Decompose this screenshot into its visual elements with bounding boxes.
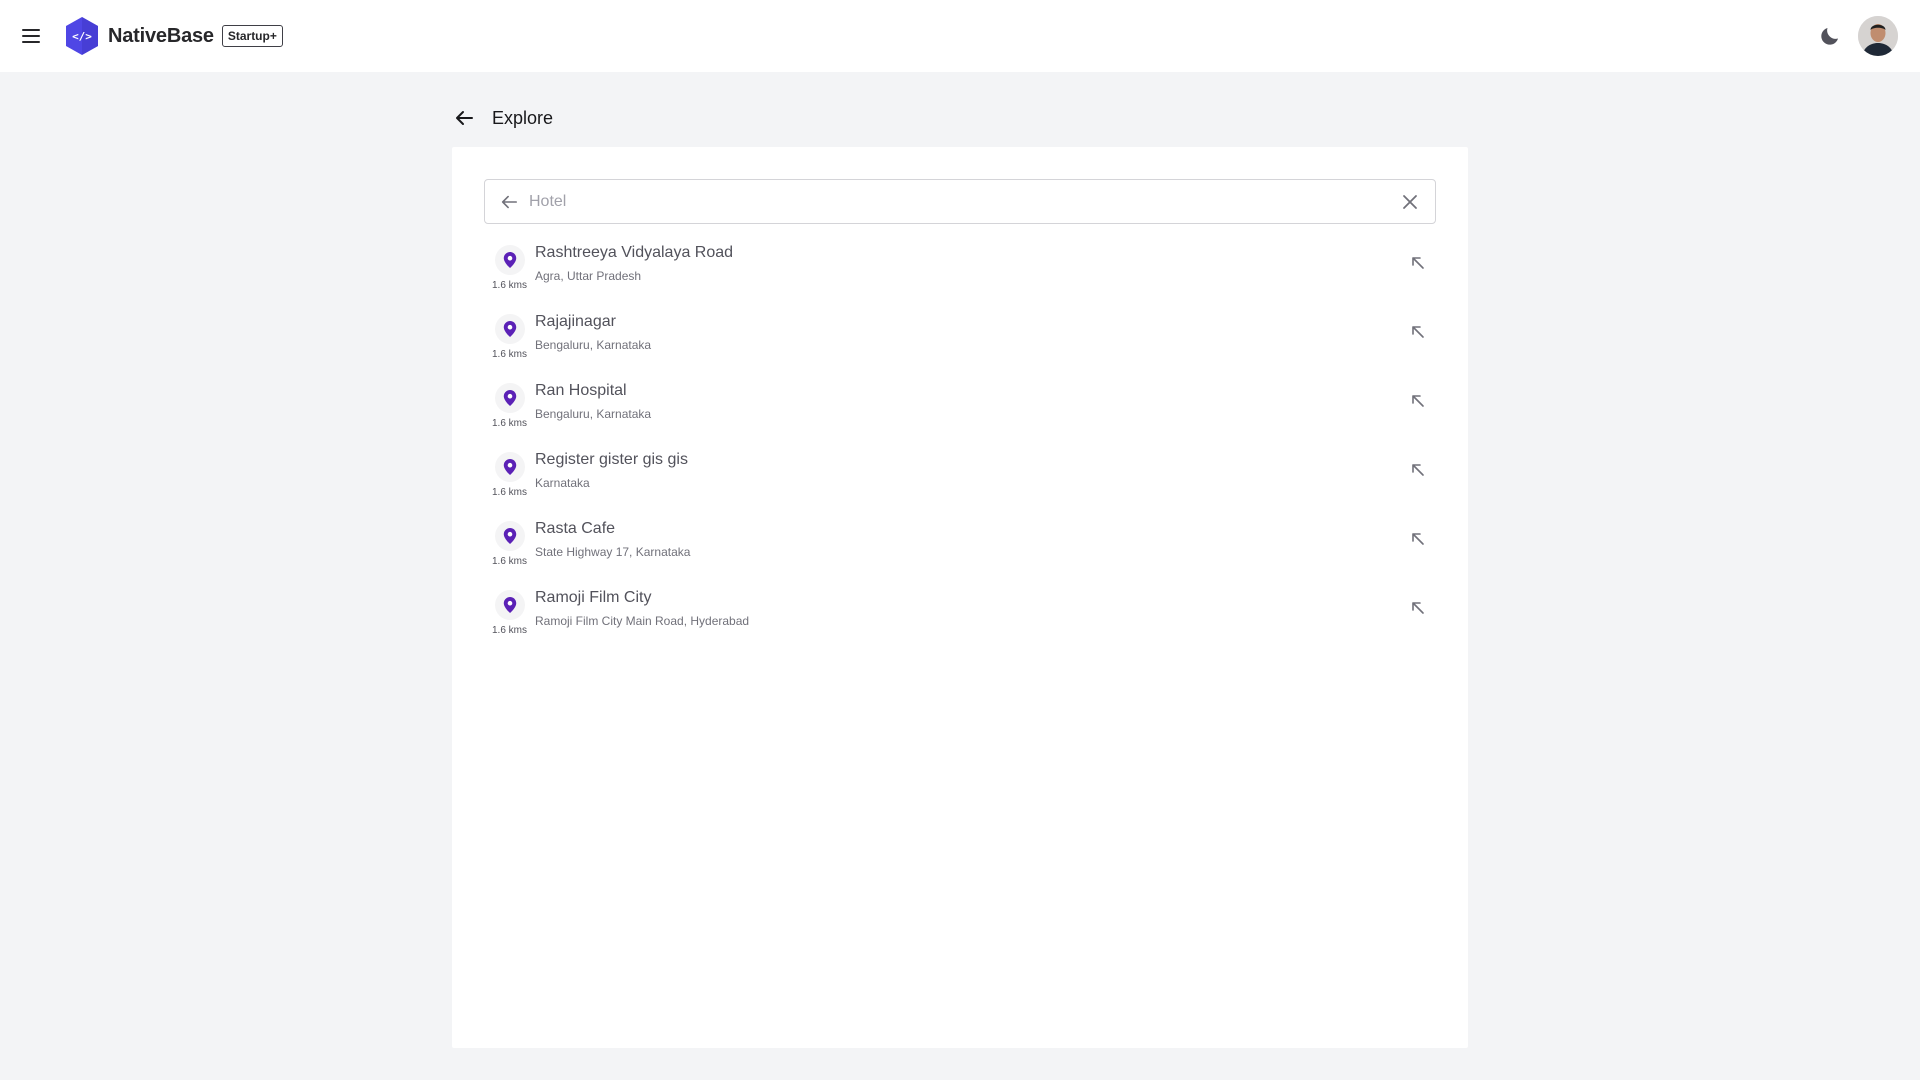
close-icon bbox=[1403, 194, 1417, 209]
list-item[interactable]: 1.6 kms Ran Hospital Bengaluru, Karnatak… bbox=[484, 377, 1436, 446]
result-text: Ran Hospital Bengaluru, Karnataka bbox=[535, 377, 1436, 446]
result-title: Rashtreeya Vidyalaya Road bbox=[535, 244, 734, 261]
result-left: 1.6 kms bbox=[484, 308, 535, 377]
moon-icon[interactable] bbox=[1818, 24, 1842, 48]
list-item[interactable]: 1.6 kms Register gister gis gis Karnatak… bbox=[484, 446, 1436, 515]
pin-circle bbox=[494, 314, 525, 344]
top-navbar: </> NativeBase Startup+ bbox=[0, 0, 1920, 72]
pin-circle bbox=[494, 590, 525, 620]
explore-card: 1.6 kms Rashtreeya Vidyalaya Road Agra, … bbox=[452, 147, 1468, 1048]
fill-query-button[interactable] bbox=[1408, 322, 1428, 342]
plan-badge: Startup+ bbox=[221, 25, 283, 47]
result-text: Ramoji Film City Ramoji Film City Main R… bbox=[535, 584, 1436, 653]
page-title: Explore bbox=[492, 107, 554, 128]
result-title: Register gister gis gis bbox=[535, 451, 688, 468]
list-item[interactable]: 1.6 kms Ramoji Film City Ramoji Film Cit… bbox=[484, 584, 1436, 653]
svg-text:</>: </> bbox=[72, 30, 92, 43]
distance-label: 1.6 kms bbox=[491, 349, 527, 360]
result-left: 1.6 kms bbox=[484, 239, 535, 308]
result-subtitle: State Highway 17, Karnataka bbox=[535, 545, 691, 559]
fill-query-button[interactable] bbox=[1408, 391, 1428, 411]
distance-label: 1.6 kms bbox=[491, 625, 527, 636]
list-item[interactable]: 1.6 kms Rasta Cafe State Highway 17, Kar… bbox=[484, 515, 1436, 584]
user-avatar-icon bbox=[1858, 16, 1898, 56]
result-title: Ramoji Film City bbox=[535, 589, 652, 606]
result-subtitle: Bengaluru, Karnataka bbox=[535, 407, 652, 421]
arrow-up-left-icon bbox=[1412, 395, 1424, 407]
location-pin-icon bbox=[503, 390, 516, 406]
arrow-up-left-icon bbox=[1412, 464, 1424, 476]
location-pin-icon bbox=[503, 528, 516, 544]
search-back-button[interactable] bbox=[499, 192, 519, 212]
result-title: Rajajinagar bbox=[535, 313, 616, 330]
list-item[interactable]: 1.6 kms Rajajinagar Bengaluru, Karnataka bbox=[484, 308, 1436, 377]
clear-search-button[interactable] bbox=[1399, 191, 1421, 213]
back-button[interactable] bbox=[452, 106, 476, 130]
pin-circle bbox=[494, 452, 525, 482]
arrow-up-left-icon bbox=[1412, 533, 1424, 545]
fill-query-button[interactable] bbox=[1408, 460, 1428, 480]
result-subtitle: Karnataka bbox=[535, 476, 590, 490]
fill-query-button[interactable] bbox=[1408, 253, 1428, 273]
arrow-up-left-icon bbox=[1412, 602, 1424, 614]
result-left: 1.6 kms bbox=[484, 377, 535, 446]
distance-label: 1.6 kms bbox=[491, 418, 527, 429]
arrow-left-icon bbox=[456, 111, 473, 125]
distance-label: 1.6 kms bbox=[491, 487, 527, 498]
pin-circle bbox=[494, 521, 525, 551]
result-subtitle: Bengaluru, Karnataka bbox=[535, 338, 652, 352]
result-text: Register gister gis gis Karnataka bbox=[535, 446, 1436, 515]
brand-name: NativeBase bbox=[108, 24, 214, 47]
location-pin-icon bbox=[503, 321, 516, 337]
result-title: Rasta Cafe bbox=[535, 520, 616, 537]
result-title: Ran Hospital bbox=[535, 382, 627, 399]
distance-label: 1.6 kms bbox=[491, 280, 527, 291]
arrow-left-icon bbox=[501, 195, 518, 208]
result-subtitle: Ramoji Film City Main Road, Hyderabad bbox=[535, 614, 750, 628]
result-left: 1.6 kms bbox=[484, 446, 535, 515]
result-subtitle: Agra, Uttar Pradesh bbox=[535, 269, 642, 283]
arrow-up-left-icon bbox=[1412, 257, 1424, 269]
pin-circle bbox=[494, 245, 525, 275]
location-pin-icon bbox=[503, 597, 516, 613]
pin-circle bbox=[494, 383, 525, 413]
result-text: Rashtreeya Vidyalaya Road Agra, Uttar Pr… bbox=[535, 239, 1436, 308]
result-left: 1.6 kms bbox=[484, 584, 535, 653]
nativebase-logo-icon: </> bbox=[66, 17, 98, 55]
result-text: Rajajinagar Bengaluru, Karnataka bbox=[535, 308, 1436, 377]
avatar[interactable] bbox=[1858, 16, 1898, 56]
distance-label: 1.6 kms bbox=[491, 556, 527, 567]
results-list: 1.6 kms Rashtreeya Vidyalaya Road Agra, … bbox=[484, 239, 1436, 653]
result-left: 1.6 kms bbox=[484, 515, 535, 584]
search-box bbox=[484, 179, 1436, 224]
list-item[interactable]: 1.6 kms Rashtreeya Vidyalaya Road Agra, … bbox=[484, 239, 1436, 308]
page-header: Explore bbox=[452, 104, 553, 132]
fill-query-button[interactable] bbox=[1408, 529, 1428, 549]
search-input[interactable] bbox=[529, 192, 1399, 211]
location-pin-icon bbox=[503, 252, 516, 268]
fill-query-button[interactable] bbox=[1408, 598, 1428, 618]
arrow-up-left-icon bbox=[1412, 326, 1424, 338]
result-text: Rasta Cafe State Highway 17, Karnataka bbox=[535, 515, 1436, 584]
location-pin-icon bbox=[503, 459, 516, 475]
hamburger-menu-icon[interactable] bbox=[22, 25, 44, 47]
